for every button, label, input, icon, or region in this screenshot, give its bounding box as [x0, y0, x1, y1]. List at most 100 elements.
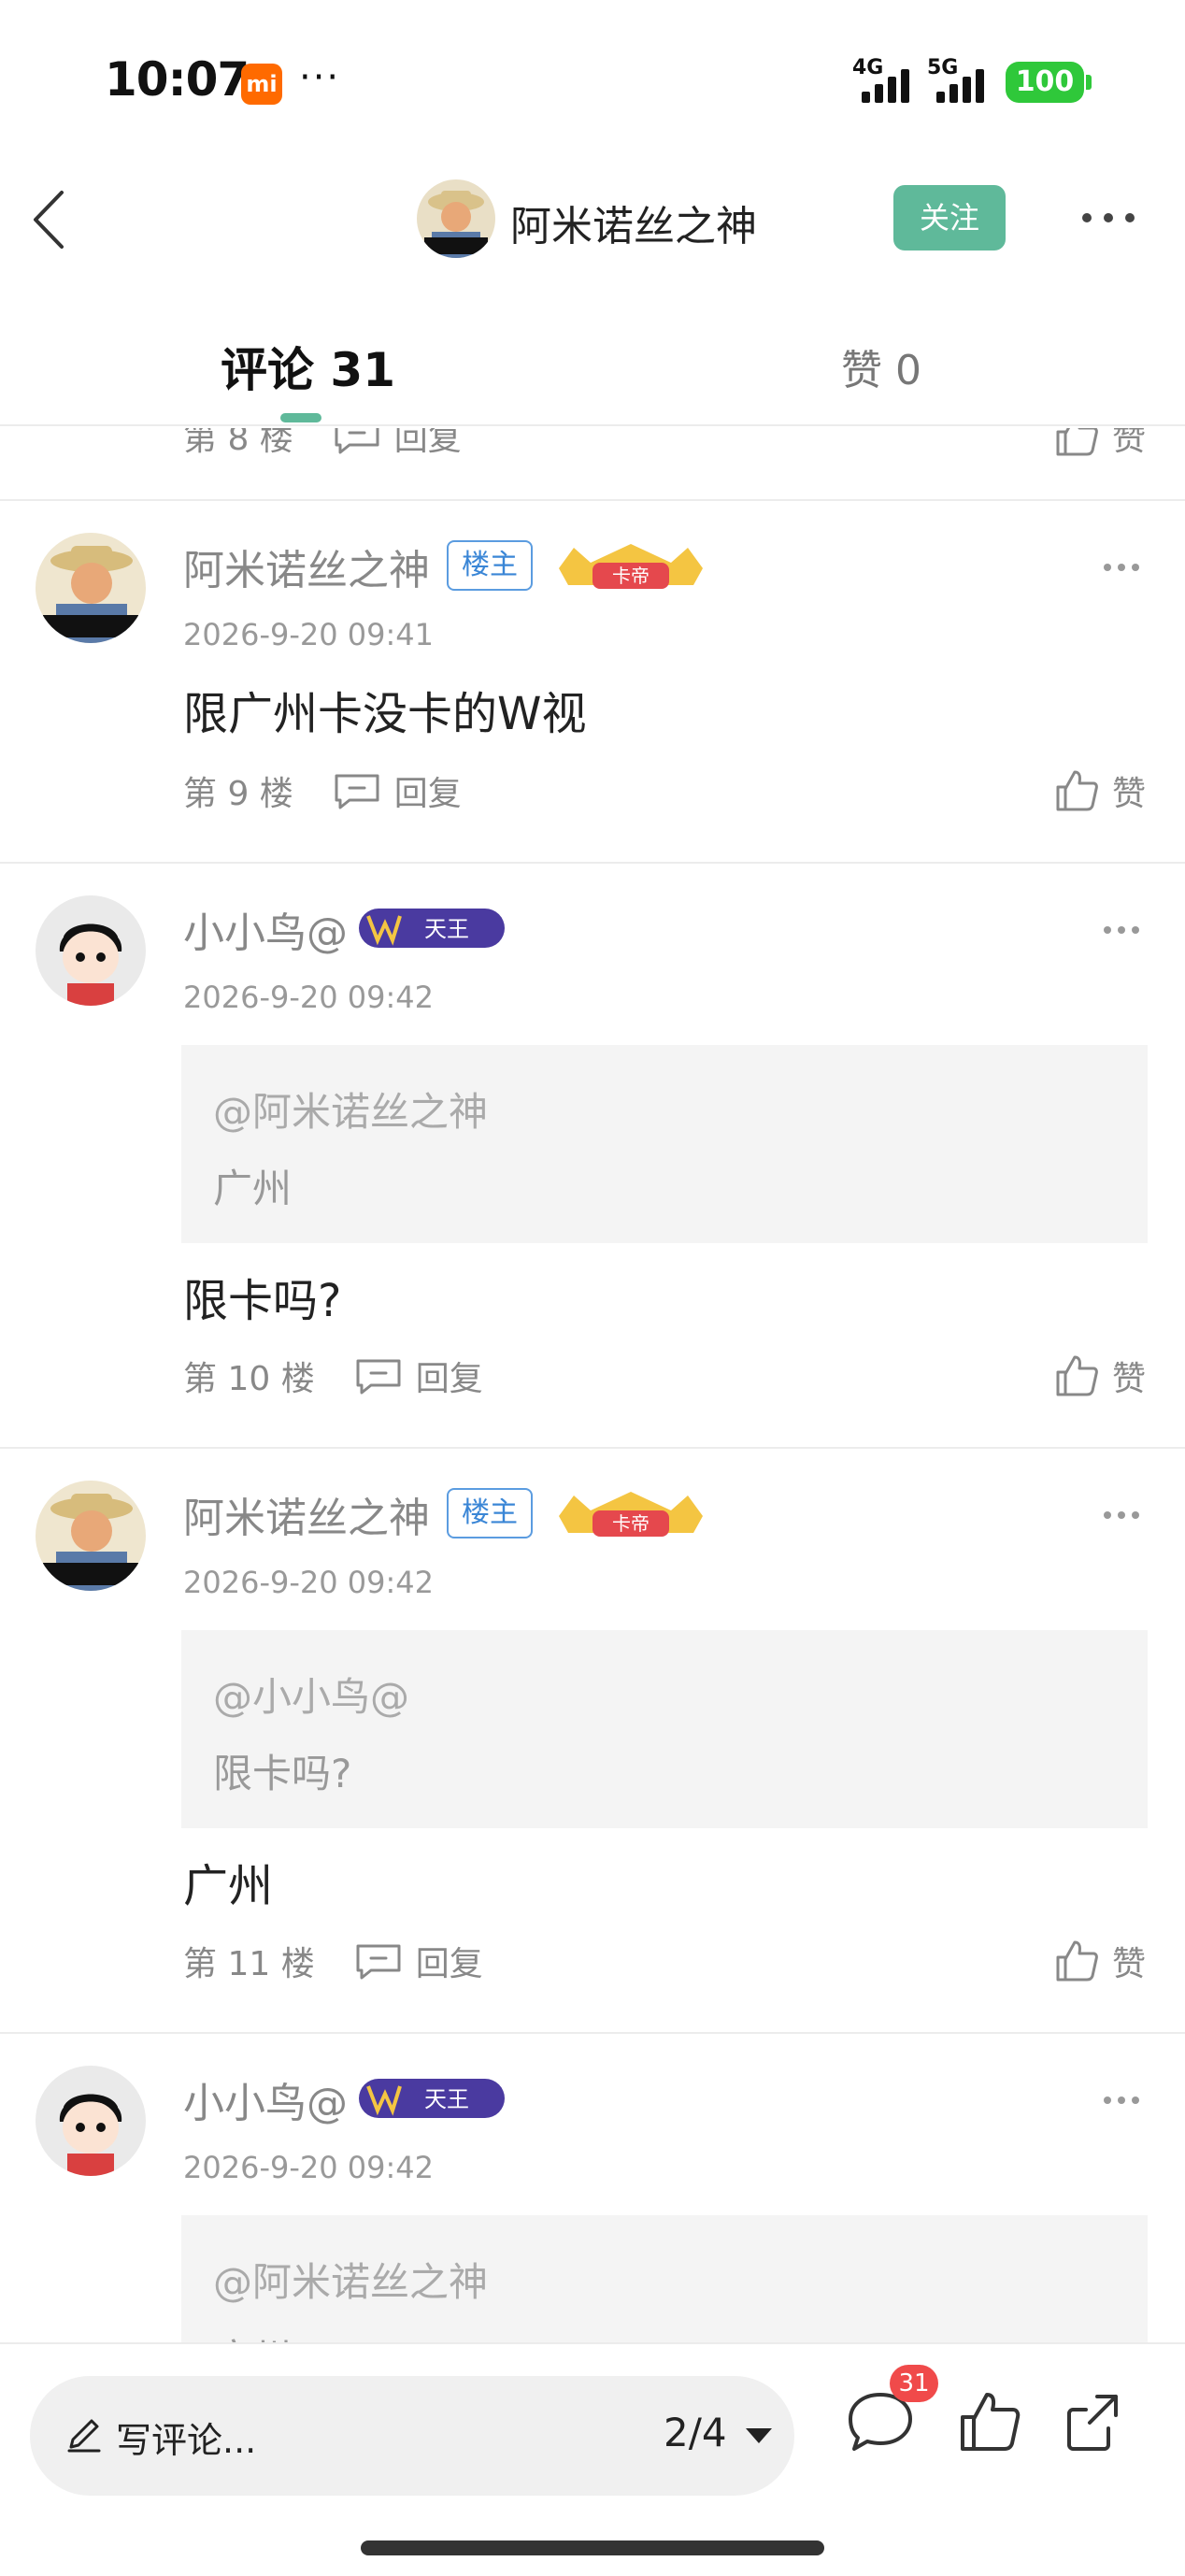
thumbs-up-icon [1056, 1355, 1098, 1396]
reply-icon [335, 774, 379, 809]
tab-bar: 评论 31 赞 0 [0, 299, 1185, 426]
floor-number: 第 11 楼 [183, 1945, 315, 1983]
comment-more-icon[interactable] [1103, 1510, 1140, 1520]
host-badge: 楼主 [447, 1488, 533, 1538]
tab-comments[interactable]: 评论 31 [221, 333, 395, 400]
level-badge-text: 卡帝 [612, 1512, 650, 1535]
timestamp: 2026-9-20 09:41 [183, 617, 434, 652]
floor-number: 第 9 楼 [183, 775, 293, 813]
username[interactable]: 小小鸟@ [183, 899, 348, 959]
tab-likes[interactable]: 赞 0 [841, 336, 921, 396]
author-avatar[interactable] [417, 179, 495, 258]
quoted-text: 广州 [213, 1166, 293, 1211]
thumbs-up-icon [1056, 428, 1098, 456]
comment-more-icon[interactable] [1103, 2096, 1140, 2105]
username[interactable]: 小小鸟@ [183, 2069, 348, 2129]
quoted-text: 限卡吗? [213, 1751, 352, 1796]
battery-icon: 100 [1006, 62, 1084, 103]
reply-button[interactable]: 回复 [333, 428, 462, 460]
top-nav: 阿米诺丝之神 关注 [0, 159, 1185, 277]
level-badge-text: 卡帝 [612, 565, 650, 587]
floor-number: 第 8 楼 [183, 428, 293, 458]
level-badge-text: 天王 [424, 2086, 469, 2112]
like-button[interactable]: 赞 [1054, 428, 1146, 460]
timestamp: 2026-9-20 09:42 [183, 980, 434, 1015]
like-label: 赞 [1111, 428, 1146, 458]
floor-meta: 第 8 楼 回复 [183, 428, 462, 460]
like-label: 赞 [1111, 1360, 1146, 1398]
signal-icon-2 [936, 67, 984, 103]
username[interactable]: 阿米诺丝之神 [183, 537, 430, 596]
comment-text: 限卡吗? [183, 1275, 342, 1327]
thumbs-up-icon[interactable] [953, 2385, 1028, 2460]
divider [0, 1447, 1185, 1449]
quoted-reply[interactable]: @小小鸟@ 限卡吗? [181, 1630, 1148, 1828]
timestamp: 2026-9-20 09:42 [183, 2150, 434, 2185]
signal-icon [862, 67, 909, 103]
level-badge: 天王 [359, 909, 505, 948]
like-button[interactable]: 赞 [1054, 1352, 1146, 1400]
follow-button[interactable]: 关注 [893, 185, 1006, 250]
reply-icon [356, 1944, 401, 1980]
reply-button[interactable]: 回复 [354, 1937, 483, 1985]
comment-text: 限广州卡没卡的W视 [183, 688, 587, 740]
page-indicator[interactable]: 2/4 [664, 2410, 727, 2455]
divider [0, 862, 1185, 864]
reply-button[interactable]: 回复 [333, 766, 462, 815]
quoted-user: @小小鸟@ [213, 1674, 410, 1720]
tab-active-indicator [280, 413, 321, 422]
host-badge: 楼主 [447, 540, 533, 591]
notification-dots: ··· [299, 56, 341, 99]
reply-label: 回复 [415, 1945, 483, 1983]
avatar[interactable] [36, 2066, 146, 2176]
level-badge: 卡帝 [559, 1492, 703, 1537]
like-button[interactable]: 赞 [1054, 1937, 1146, 1985]
battery-tip [1086, 75, 1092, 90]
quoted-reply[interactable]: @阿米诺丝之神 广州 [181, 2215, 1148, 2342]
like-label: 赞 [1111, 1945, 1146, 1983]
pencil-icon [67, 2419, 101, 2453]
timestamp: 2026-9-20 09:42 [183, 1565, 434, 1600]
status-bar: 10:07 mi ··· 4G 5G 100 [0, 0, 1185, 159]
avatar[interactable] [36, 1481, 146, 1591]
level-badge-text: 天王 [424, 916, 469, 942]
home-indicator[interactable] [361, 2540, 824, 2555]
avatar[interactable] [36, 895, 146, 1006]
divider [0, 499, 1185, 501]
reply-label: 回复 [415, 1360, 483, 1398]
floor-meta: 第 10 楼 回复 [183, 1352, 483, 1400]
quoted-reply[interactable]: @阿米诺丝之神 广州 [181, 1045, 1148, 1243]
like-label: 赞 [1111, 775, 1146, 813]
reply-label: 回复 [393, 775, 462, 813]
thumbs-up-icon [1056, 770, 1098, 811]
username[interactable]: 阿米诺丝之神 [183, 1484, 430, 1544]
chevron-down-icon[interactable] [746, 2428, 772, 2443]
avatar[interactable] [36, 533, 146, 643]
more-icon[interactable] [1080, 211, 1136, 224]
quoted-user: @阿米诺丝之神 [213, 1089, 489, 1135]
like-button[interactable]: 赞 [1054, 766, 1146, 815]
level-badge: 卡帝 [559, 544, 703, 589]
reply-icon [356, 1359, 401, 1395]
bottom-action-bar: 写评论... 2/4 31 [0, 2342, 1185, 2576]
comment-more-icon[interactable] [1103, 925, 1140, 935]
thumbs-up-icon [1056, 1940, 1098, 1982]
status-time: 10:07 [105, 52, 250, 107]
comment-more-icon[interactable] [1103, 563, 1140, 572]
quoted-text: 广州 [213, 2327, 292, 2342]
back-icon[interactable] [26, 187, 82, 252]
reply-button[interactable]: 回复 [354, 1352, 483, 1400]
author-name[interactable]: 阿米诺丝之神 [510, 193, 757, 252]
mi-icon: mi [241, 64, 282, 105]
share-icon[interactable] [1058, 2385, 1133, 2460]
comment-text: 广州 [183, 1860, 274, 1912]
floor-meta: 第 9 楼 回复 [183, 766, 462, 815]
write-comment-input[interactable]: 写评论... 2/4 [30, 2376, 794, 2496]
floor-meta: 第 11 楼 回复 [183, 1937, 483, 1985]
comment-list[interactable]: 第 8 楼 回复 赞 阿米诺丝之神 楼主 卡帝 2026-9-20 09:41 … [0, 428, 1185, 2342]
reply-icon [335, 428, 379, 454]
comment-count-badge: 31 [890, 2365, 938, 2402]
reply-label: 回复 [393, 428, 462, 458]
floor-number: 第 10 楼 [183, 1360, 315, 1398]
write-comment-placeholder: 写评论... [116, 2420, 257, 2461]
